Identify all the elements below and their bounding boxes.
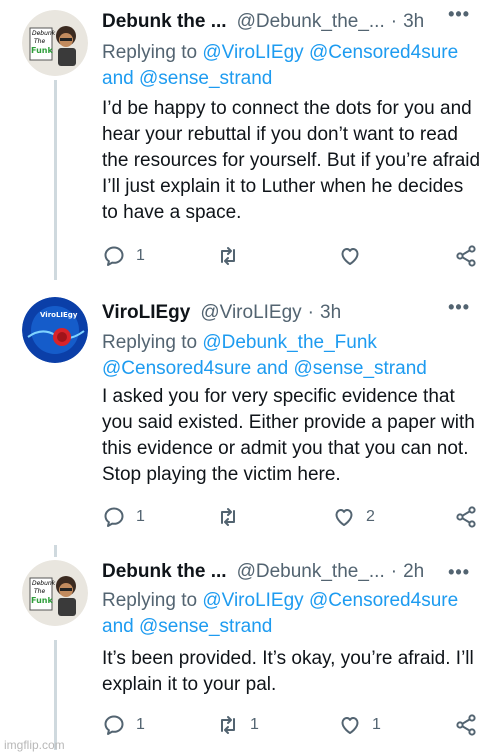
mention-link[interactable]: @sense_strand <box>139 616 272 637</box>
like-icon <box>341 248 359 265</box>
like-icon <box>341 717 359 734</box>
avatar-text: The <box>34 38 45 45</box>
like-count: 1 <box>372 716 381 733</box>
share-icon <box>456 506 476 528</box>
replying-to: Replying to @Debunk_the_Funk @Censored4s… <box>102 330 482 382</box>
tweet-text: I asked you for very specific evidence t… <box>102 386 475 485</box>
share-button[interactable] <box>454 243 478 269</box>
avatar-text: ViroLIEgy <box>40 311 78 319</box>
reply-button[interactable]: 1 <box>102 243 145 269</box>
tweet: Debunk The Funk Debunk the ... @Debunk_t… <box>0 558 500 756</box>
mention-link[interactable]: @ViroLIEgy <box>202 590 303 611</box>
like-count: 2 <box>366 508 375 525</box>
reply-count: 1 <box>136 716 145 733</box>
share-icon <box>456 245 476 267</box>
separator-dot: · <box>390 561 398 582</box>
tweet: Debunk The Funk Debunk the ... @Debunk_t… <box>0 0 500 285</box>
retweet-button[interactable]: 1 <box>216 712 259 738</box>
tweet: ViroLIEgy ViroLIEgy @ViroLIEgy · 3h ••• … <box>0 293 500 553</box>
avatar[interactable]: ViroLIEgy <box>22 297 88 363</box>
reply-icon <box>104 715 124 735</box>
replying-label: Replying to <box>102 590 198 611</box>
avatar[interactable]: Debunk The Funk <box>22 560 88 626</box>
avatar[interactable]: Debunk The Funk <box>22 10 88 76</box>
avatar-text: Funk <box>31 596 53 605</box>
handle[interactable]: @Debunk_the_... <box>237 561 385 583</box>
timestamp[interactable]: 2h <box>403 561 424 583</box>
reply-button[interactable]: 1 <box>102 712 145 738</box>
share-icon <box>456 714 476 736</box>
mention-link[interactable]: @Debunk_the_Funk <box>202 332 377 353</box>
avatar-text: Debunk <box>32 30 56 37</box>
handle[interactable]: @ViroLIEgy <box>200 302 301 324</box>
share-button[interactable] <box>454 712 478 738</box>
display-name[interactable]: Debunk the ... <box>102 561 227 583</box>
avatar-text: Debunk <box>32 580 56 587</box>
reply-icon <box>104 246 124 266</box>
share-button[interactable] <box>454 504 478 530</box>
tweet-header: Debunk the ... @Debunk_the_... · 3h <box>102 8 424 36</box>
timestamp[interactable]: 3h <box>403 11 424 33</box>
mention-link[interactable]: @ViroLIEgy <box>202 42 303 63</box>
display-name[interactable]: Debunk the ... <box>102 11 227 33</box>
reply-icon <box>104 507 124 527</box>
action-bar: 1 2 <box>102 504 482 530</box>
separator-dot: · <box>307 302 314 323</box>
separator-dot: · <box>390 11 398 32</box>
display-name[interactable]: ViroLIEgy <box>102 302 190 324</box>
and-label: and <box>102 616 134 637</box>
reply-button[interactable]: 1 <box>102 504 145 530</box>
mention-link[interactable]: @sense_strand <box>293 358 426 379</box>
retweet-button[interactable] <box>216 504 250 530</box>
replying-label: Replying to <box>102 332 198 353</box>
watermark: imgflip.com <box>4 738 65 752</box>
action-bar: 1 <box>102 243 482 269</box>
mention-link[interactable]: @sense_strand <box>139 68 272 89</box>
and-label: and <box>102 68 134 89</box>
replying-to: Replying to @ViroLIEgy @Censored4sure an… <box>102 588 482 640</box>
like-icon <box>335 509 353 526</box>
more-icon[interactable]: ••• <box>448 4 470 25</box>
tweet-header: Debunk the ... @Debunk_the_... · 2h <box>102 558 424 586</box>
retweet-icon <box>221 508 235 526</box>
tweet-header: ViroLIEgy @ViroLIEgy · 3h <box>102 299 341 327</box>
tweet-text: It’s been provided. It’s okay, you’re af… <box>102 648 474 695</box>
action-bar: 1 1 1 <box>102 712 482 738</box>
replying-to: Replying to @ViroLIEgy @Censored4sure an… <box>102 40 482 92</box>
like-button[interactable] <box>338 243 372 269</box>
retweet-count: 1 <box>250 716 259 733</box>
retweet-icon <box>221 247 235 265</box>
more-icon[interactable]: ••• <box>448 562 470 583</box>
retweet-icon <box>221 716 235 734</box>
retweet-button[interactable] <box>216 243 250 269</box>
mention-link[interactable]: @Censored4sure <box>309 42 458 63</box>
avatar-text: Funk <box>31 46 53 55</box>
like-button[interactable]: 1 <box>338 712 381 738</box>
and-label: and <box>256 358 289 379</box>
mention-link[interactable]: @Censored4sure <box>102 358 251 379</box>
replying-label: Replying to <box>102 42 198 63</box>
like-button[interactable]: 2 <box>332 504 375 530</box>
handle[interactable]: @Debunk_the_... <box>237 11 385 33</box>
avatar-text: The <box>34 588 45 595</box>
timestamp[interactable]: 3h <box>320 302 341 324</box>
mention-link[interactable]: @Censored4sure <box>309 590 458 611</box>
tweet-text: I’d be happy to connect the dots for you… <box>102 98 481 223</box>
reply-count: 1 <box>136 247 145 264</box>
reply-count: 1 <box>136 508 145 525</box>
more-icon[interactable]: ••• <box>448 297 470 318</box>
